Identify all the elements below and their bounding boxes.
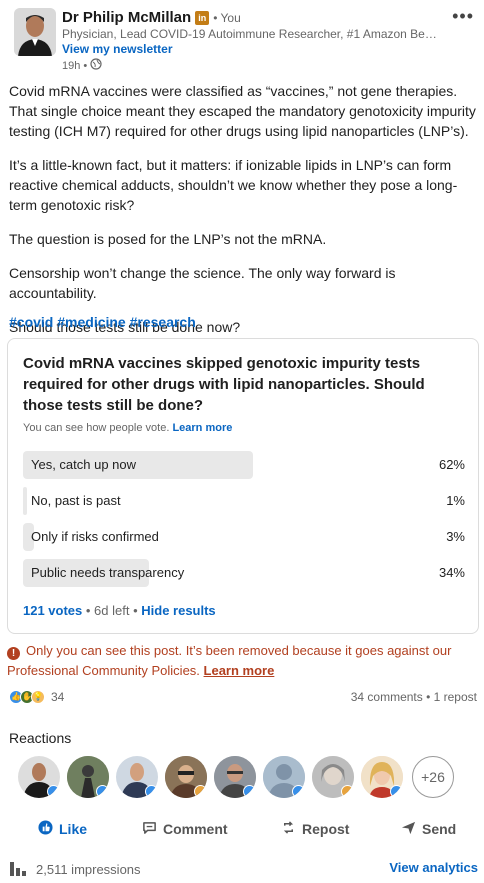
poll-footer: 121 votes • 6d left • Hide results <box>23 603 216 618</box>
reactor-avatar[interactable] <box>165 756 207 798</box>
like-badge-icon <box>243 785 256 798</box>
warning-icon: ! <box>7 647 20 660</box>
reactor-avatar[interactable] <box>361 756 403 798</box>
poll-learn-more-link[interactable]: Learn more <box>172 422 232 434</box>
globe-icon <box>90 58 102 73</box>
like-badge-icon <box>47 785 60 798</box>
separator: • <box>129 603 142 618</box>
poll-option-label: Only if risks confirmed <box>31 529 159 544</box>
like-button[interactable]: Like <box>38 820 87 838</box>
post-footer: 2,511 impressions View analytics <box>0 848 484 883</box>
poll-option-bar <box>23 487 27 515</box>
poll-option[interactable]: No, past is past 1% <box>23 487 465 515</box>
reactor-avatar[interactable] <box>312 756 354 798</box>
poll-time-left: 6d left <box>94 603 130 618</box>
repost-icon <box>281 820 296 838</box>
social-counts: 👍 ✋ 💡 34 34 comments • 1 repost <box>9 690 477 708</box>
poll-option-label: No, past is past <box>31 493 121 508</box>
poll-option-label: Yes, catch up now <box>31 457 137 472</box>
hide-results-link[interactable]: Hide results <box>141 603 215 618</box>
reactions-heading: Reactions <box>9 730 72 746</box>
post-hashtags[interactable]: #covid #medicine #research <box>9 314 196 330</box>
poll-option-label: Public needs transparency <box>31 565 185 580</box>
post-removed-notice: ! Only you can see this post. It’s been r… <box>7 641 477 681</box>
like-label: Like <box>59 821 88 837</box>
poll-option[interactable]: Yes, catch up now 62% <box>23 451 465 479</box>
post-time: 19h • <box>62 58 102 73</box>
poll-option-percent: 1% <box>446 493 465 508</box>
policy-learn-more-link[interactable]: Learn more <box>204 663 275 678</box>
post-header: Dr Philip McMillan in • You Physician, L… <box>0 0 484 76</box>
thumbs-up-icon <box>38 820 53 838</box>
separator: • <box>82 603 95 618</box>
comment-icon <box>142 820 157 838</box>
poll-option-percent: 3% <box>446 529 465 544</box>
poll-votes-link[interactable]: 121 votes <box>23 603 82 618</box>
impressions[interactable]: 2,511 impressions <box>10 860 141 879</box>
reactor-avatars: +26 <box>18 756 478 800</box>
comment-label: Comment <box>163 821 228 837</box>
repost-label: Repost <box>302 821 350 837</box>
like-badge-icon <box>145 785 158 798</box>
more-reactors-button[interactable]: +26 <box>412 756 454 798</box>
comments-reposts-count[interactable]: 34 comments • 1 repost <box>351 690 477 704</box>
poll-option[interactable]: Public needs transparency 34% <box>23 559 465 587</box>
insightful-badge-icon <box>194 785 207 798</box>
poll-option-percent: 34% <box>438 565 465 580</box>
post-paragraph: Covid mRNA vaccines were classified as “… <box>9 83 476 139</box>
connection-degree: • You <box>213 10 241 25</box>
post-actions: Like Comment Repost Send <box>0 812 484 844</box>
like-badge-icon <box>292 785 305 798</box>
author-name[interactable]: Dr Philip McMillan <box>62 9 191 26</box>
insightful-badge-icon <box>341 785 354 798</box>
post-paragraph: The question is posed for the LNP’s not … <box>9 231 327 247</box>
reactor-avatar[interactable] <box>67 756 109 798</box>
post-paragraph: It’s a little-known fact, but it matters… <box>9 157 458 213</box>
insightful-reaction-icon: 💡 <box>31 690 45 704</box>
reactor-avatar[interactable] <box>18 756 60 798</box>
send-icon <box>401 820 416 838</box>
poll-note-text: You can see how people vote. <box>23 422 170 434</box>
post-body: Covid mRNA vaccines were classified as “… <box>9 81 477 351</box>
poll-option-percent: 62% <box>438 457 465 472</box>
reactor-avatar[interactable] <box>263 756 305 798</box>
view-analytics-link[interactable]: View analytics <box>389 860 478 875</box>
linkedin-premium-icon: in <box>195 10 210 25</box>
author-avatar[interactable] <box>14 8 56 56</box>
view-newsletter-link[interactable]: View my newsletter <box>62 42 173 56</box>
poll-visibility-note: You can see how people vote. Learn more <box>23 422 232 434</box>
comment-button[interactable]: Comment <box>142 820 228 838</box>
reactor-avatar[interactable] <box>214 756 256 798</box>
poll-option[interactable]: Only if risks confirmed 3% <box>23 523 465 551</box>
poll-question: Covid mRNA vaccines skipped genotoxic im… <box>23 355 425 414</box>
reaction-count: 34 <box>51 690 65 704</box>
analytics-bars-icon <box>10 860 28 879</box>
more-options-icon[interactable]: ••• <box>452 6 474 27</box>
reactor-avatar[interactable] <box>116 756 158 798</box>
like-badge-icon <box>390 785 403 798</box>
like-badge-icon <box>96 785 109 798</box>
author-headline: Physician, Lead COVID-19 Autoimmune Rese… <box>62 27 442 41</box>
repost-button[interactable]: Repost <box>281 820 349 838</box>
poll-card: Covid mRNA vaccines skipped genotoxic im… <box>7 338 479 634</box>
post-paragraph: Censorship won’t change the science. The… <box>9 265 396 301</box>
send-button[interactable]: Send <box>401 820 456 838</box>
send-label: Send <box>422 821 457 837</box>
reaction-summary[interactable]: 👍 ✋ 💡 34 <box>9 690 64 704</box>
post-age: 19h • <box>62 59 88 72</box>
impressions-count: 2,511 impressions <box>36 862 141 877</box>
